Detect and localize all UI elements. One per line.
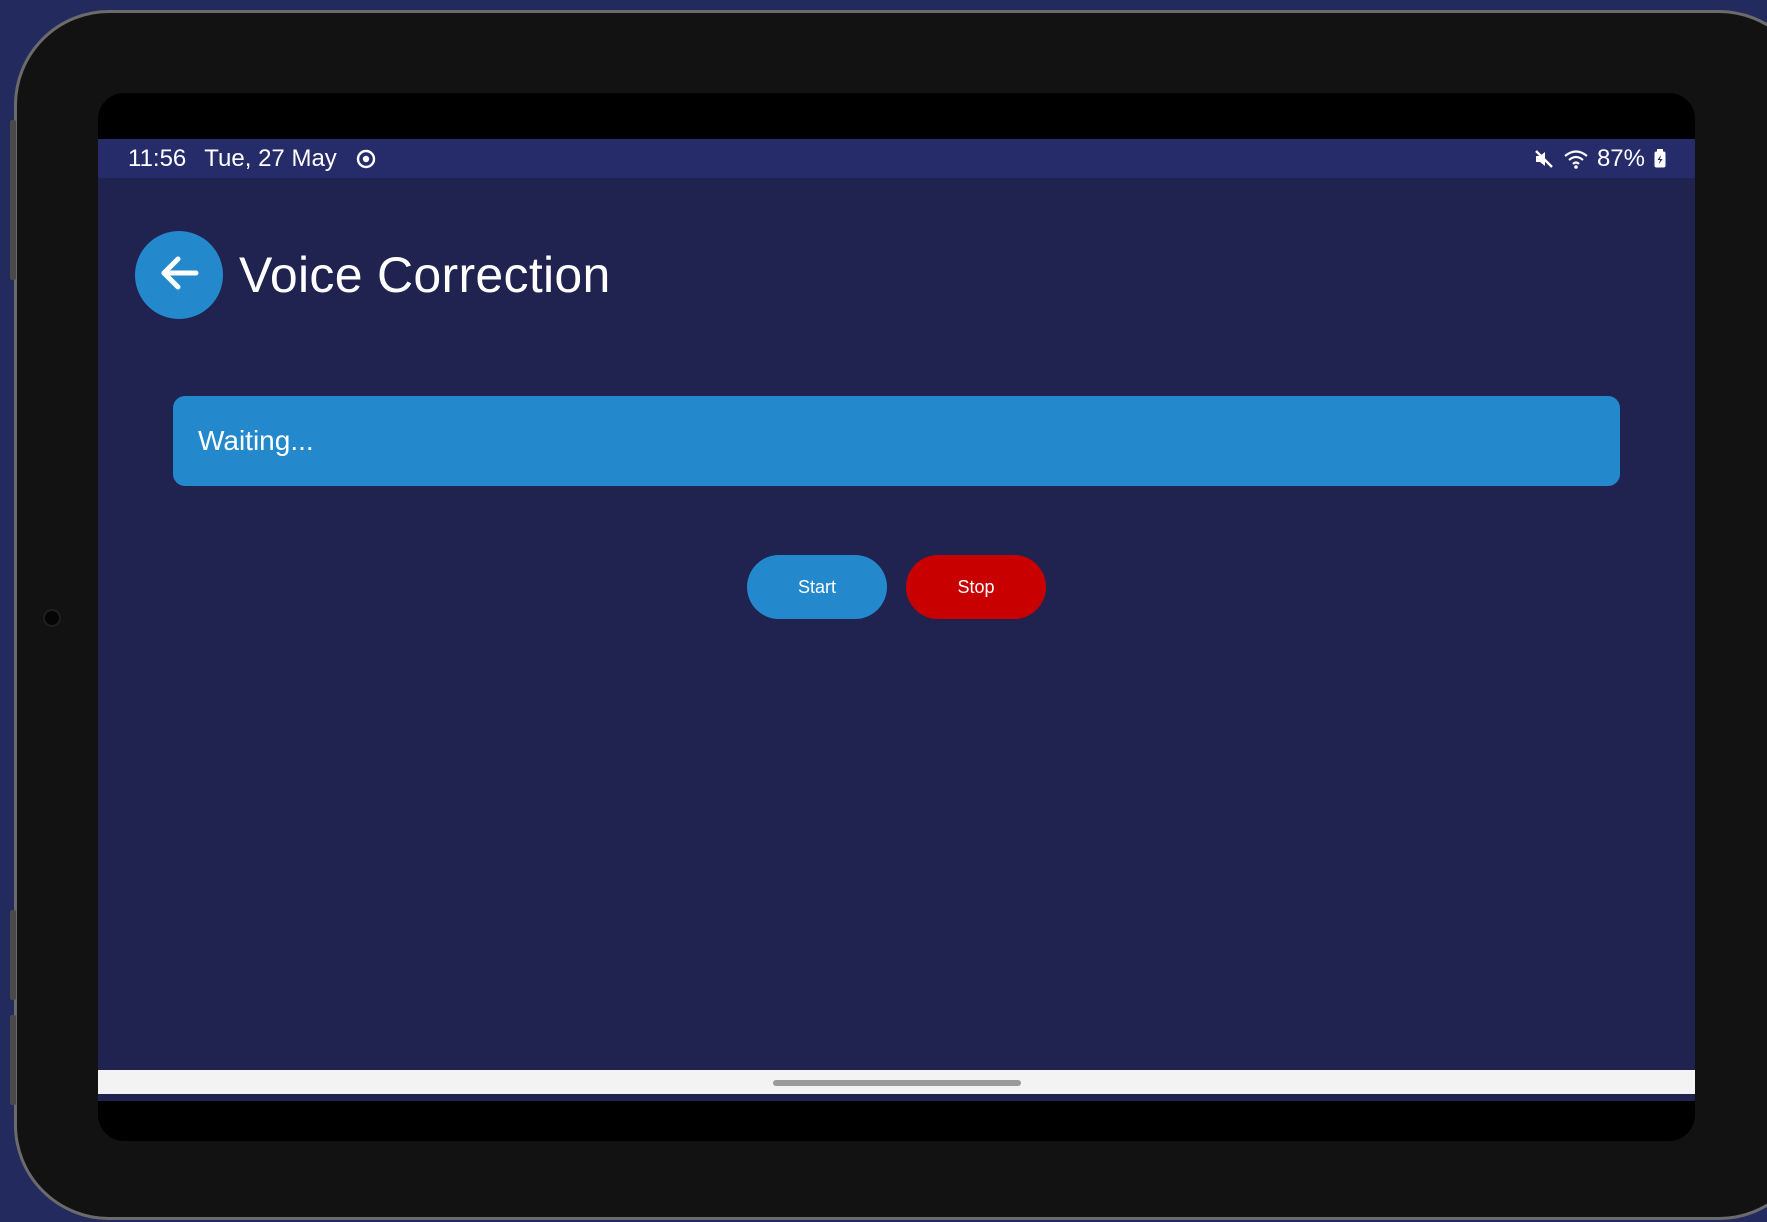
app-screen: 11:56 Tue, 27 May 87% Voice Correction W…: [98, 139, 1695, 1101]
device-screen: 11:56 Tue, 27 May 87% Voice Correction W…: [98, 93, 1695, 1141]
hardware-button: [10, 1015, 16, 1105]
status-time: 11:56: [128, 145, 187, 172]
control-buttons: Start Stop: [747, 555, 1046, 619]
back-button[interactable]: [135, 231, 223, 319]
recognition-status-box: Waiting...: [173, 396, 1620, 486]
sync-icon: [355, 148, 377, 170]
navigation-bar: [98, 1070, 1695, 1094]
front-camera: [45, 611, 59, 625]
hardware-button: [10, 910, 16, 1000]
status-text: Waiting...: [198, 425, 314, 456]
mute-icon: [1533, 148, 1555, 170]
header: Voice Correction: [135, 231, 611, 319]
status-bar: 11:56 Tue, 27 May 87%: [98, 139, 1695, 178]
home-gesture-handle[interactable]: [773, 1080, 1021, 1086]
stop-button[interactable]: Stop: [906, 555, 1046, 619]
page-title: Voice Correction: [239, 247, 611, 303]
battery-percent: 87%: [1596, 145, 1645, 172]
status-date: Tue, 27 May: [204, 145, 337, 172]
wifi-icon: [1563, 148, 1589, 170]
start-button[interactable]: Start: [747, 555, 887, 619]
battery-icon: [1653, 148, 1667, 170]
arrow-left-icon: [156, 250, 202, 301]
hardware-button: [10, 120, 16, 280]
